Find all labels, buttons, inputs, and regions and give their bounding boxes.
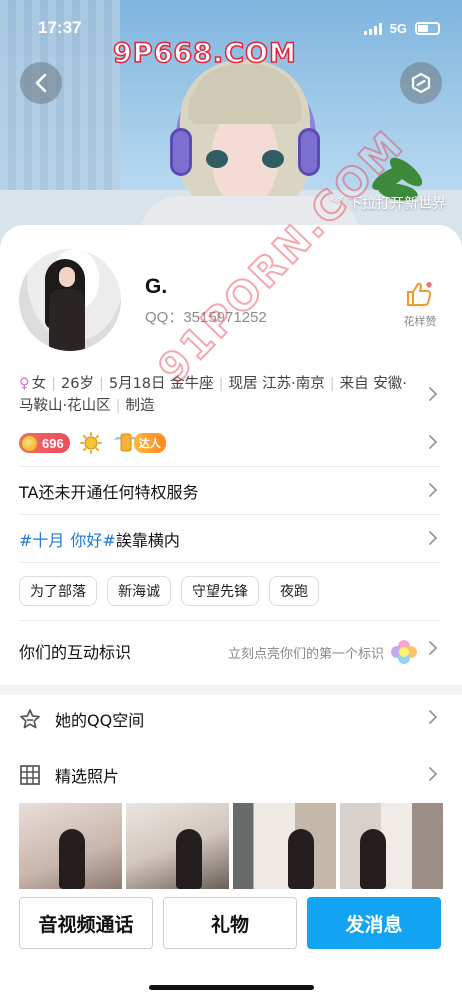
chevron-right-icon[interactable] [426,387,440,401]
gender: 女 [31,376,47,392]
interest-tag[interactable]: 夜跑 [269,576,319,606]
thumbs-up-icon [407,282,432,306]
signature-topic[interactable]: #十月 [19,527,64,551]
send-message-button[interactable]: 发消息 [307,897,441,949]
signal-icon [363,22,382,35]
more-options-button[interactable] [400,62,442,104]
age: 26岁 [61,376,94,392]
signature-row[interactable]: #十月 你好# 誒靠横内 [19,527,440,551]
chevron-right-icon[interactable] [426,767,440,781]
headphone-icon [298,128,320,176]
birthday: 5月18日 金牛座 [108,376,214,392]
watermark-text: 9P668.COM [112,37,297,70]
status-indicators: 5G [363,21,440,36]
interaction-label: 你们的互动标识 [19,643,132,662]
interaction-hint: 立刻点亮你们的第一个标识 [227,646,384,662]
status-time: 17:37 [38,18,82,37]
flower-badge-icon [391,640,417,664]
chevron-right-icon[interactable] [426,710,440,724]
job: 制造 [125,398,155,414]
chevron-right-icon[interactable] [426,531,440,545]
photo-thumbnail[interactable] [340,803,443,889]
chevron-left-icon [35,73,47,93]
location: 现居 江苏·南京 [228,376,325,392]
divider [19,466,440,467]
chevron-right-icon[interactable] [426,483,440,497]
profile-info-row[interactable]: ♀ 女 | 26岁 | 5月18日 金牛座 | 现居 江苏·南京 | 来自 安徽·马鞍山·花山区 |… [19,373,419,417]
interest-tag[interactable]: 守望先锋 [181,576,259,606]
chevron-right-icon[interactable] [426,435,440,449]
nickname: G. [145,275,168,298]
photo-thumbnail[interactable] [19,803,122,889]
network-label: 5G [389,21,407,36]
like-label: 花样赞 [403,315,437,328]
interest-tags: 为了部落 新海诚 守望先锋 夜跑 [19,576,440,606]
back-button[interactable] [20,62,62,104]
photo-strip [19,803,443,889]
headphone-icon [170,128,192,176]
grid-icon [20,765,40,785]
interest-tag[interactable]: 新海诚 [107,576,171,606]
qzone-label: 她的QQ空间 [55,711,145,730]
photo-thumbnail[interactable] [126,803,229,889]
like-button[interactable]: 花样赞 [400,281,440,329]
coin-icon [21,434,38,452]
privilege-row[interactable]: TA还未开通任何特权服务 [19,479,440,503]
action-bar: 音视频通话 礼物 发消息 [19,897,441,949]
section-separator [0,685,462,695]
battery-icon [415,22,440,35]
badges-row[interactable]: 696 达人 [19,432,440,454]
signature-topic[interactable]: 你好# [70,527,115,551]
divider [19,562,440,563]
video-call-button[interactable]: 音视频通话 [19,897,153,949]
avatar[interactable] [19,249,121,351]
photo-thumbnail[interactable] [233,803,336,889]
female-icon: ♀ [19,376,30,392]
gift-button[interactable]: 礼物 [163,897,297,949]
hexagon-settings-icon [411,72,431,94]
photos-label: 精选照片 [55,767,120,786]
level-badge: 696 [19,433,70,453]
photos-row[interactable]: 精选照片 [19,763,440,787]
star-outline-icon [20,709,40,729]
signature-text: 誒靠横内 [115,531,180,550]
interest-tag[interactable]: 为了部落 [19,576,97,606]
sun-icon [79,432,102,454]
qzone-row[interactable]: 她的QQ空间 [19,707,440,731]
chevron-right-icon[interactable] [426,641,440,655]
profile-cover[interactable]: 17:37 5G ︾ 下拉打开新世界 9P668.COM [0,0,462,250]
divider [19,514,440,515]
home-indicator[interactable] [149,985,314,990]
talent-badge: 达人 [112,433,166,453]
interaction-hint-group[interactable]: 立刻点亮你们的第一个标识 [228,638,418,666]
divider [19,620,440,621]
privilege-text: TA还未开通任何特权服务 [19,483,199,502]
cover-character-eye [206,150,228,168]
cover-character-eye [262,150,284,168]
